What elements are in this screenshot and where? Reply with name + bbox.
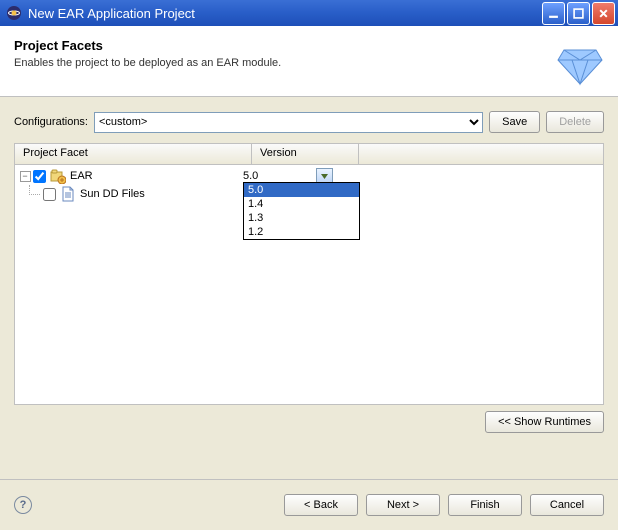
version-option[interactable]: 1.2 [244,225,359,239]
delete-button: Delete [546,111,604,133]
wizard-header: Project Facets Enables the project to be… [0,26,618,97]
next-button[interactable]: Next > [366,494,440,516]
version-option[interactable]: 5.0 [244,183,359,197]
titlebar: New EAR Application Project [0,0,618,26]
facet-checkbox-sun-dd[interactable] [43,188,56,201]
version-dropdown-list[interactable]: 5.0 1.4 1.3 1.2 [243,182,360,240]
page-subtitle: Enables the project to be deployed as an… [14,57,556,69]
diamond-icon [556,38,604,86]
version-option[interactable]: 1.4 [244,197,359,211]
facet-checkbox-ear[interactable] [33,170,46,183]
help-icon[interactable]: ? [14,496,32,514]
configurations-label: Configurations: [14,116,88,128]
configurations-dropdown[interactable]: <custom> [94,112,483,133]
facet-label: EAR [70,170,93,182]
document-icon [60,186,76,202]
save-button[interactable]: Save [489,111,540,133]
finish-button[interactable]: Finish [448,494,522,516]
maximize-button[interactable] [567,2,590,25]
facet-table: Project Facet Version − EAR 5.0 [14,143,604,405]
facet-table-header: Project Facet Version [15,144,603,165]
tree-toggle-icon[interactable]: − [19,171,31,182]
ear-icon [50,168,66,184]
column-header-facet[interactable]: Project Facet [15,144,252,164]
cancel-button[interactable]: Cancel [530,494,604,516]
back-button[interactable]: < Back [284,494,358,516]
close-button[interactable] [592,2,615,25]
minimize-button[interactable] [542,2,565,25]
eclipse-icon [6,5,22,21]
facet-label: Sun DD Files [80,188,145,200]
show-runtimes-button[interactable]: << Show Runtimes [485,411,604,433]
column-header-version[interactable]: Version [252,144,359,164]
window-title: New EAR Application Project [28,6,540,21]
wizard-footer: ? < Back Next > Finish Cancel [0,479,618,530]
page-title: Project Facets [14,38,556,53]
version-option[interactable]: 1.3 [244,211,359,225]
facet-version: 5.0 [243,170,258,182]
